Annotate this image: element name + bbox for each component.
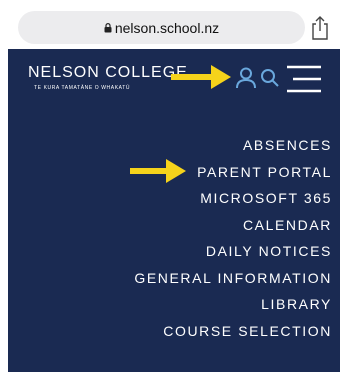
menu-item-parent-portal[interactable]: PARENT PORTAL bbox=[134, 159, 332, 186]
menu-item-microsoft-365[interactable]: MICROSOFT 365 bbox=[134, 185, 332, 212]
menu-item-daily-notices[interactable]: DAILY NOTICES bbox=[134, 238, 332, 265]
menu-item-calendar[interactable]: CALENDAR bbox=[134, 212, 332, 239]
url-text: nelson.school.nz bbox=[114, 19, 220, 36]
header-arrow-annotation bbox=[171, 65, 231, 89]
user-icon[interactable] bbox=[235, 66, 257, 90]
site-logo-title[interactable]: NELSON COLLEGE bbox=[28, 64, 188, 82]
menu-item-general-information[interactable]: GENERAL INFORMATION bbox=[134, 265, 332, 292]
address-bar[interactable]: nelson.school.nz bbox=[18, 11, 305, 44]
lock-icon bbox=[104, 22, 112, 32]
share-icon[interactable] bbox=[309, 15, 331, 41]
site-logo-subtitle: TE KURA TAMATĀNE O WHAKATŪ bbox=[34, 85, 131, 91]
menu-item-library[interactable]: LIBRARY bbox=[134, 291, 332, 318]
main-menu: ABSENCES PARENT PORTAL MICROSOFT 365 CAL… bbox=[134, 132, 332, 344]
search-icon[interactable] bbox=[260, 68, 280, 88]
menu-item-course-selection[interactable]: COURSE SELECTION bbox=[134, 318, 332, 345]
hamburger-menu-icon[interactable] bbox=[283, 64, 325, 94]
site-panel: NELSON COLLEGE TE KURA TAMATĀNE O WHAKAT… bbox=[8, 49, 340, 372]
menu-item-absences[interactable]: ABSENCES bbox=[134, 132, 332, 159]
